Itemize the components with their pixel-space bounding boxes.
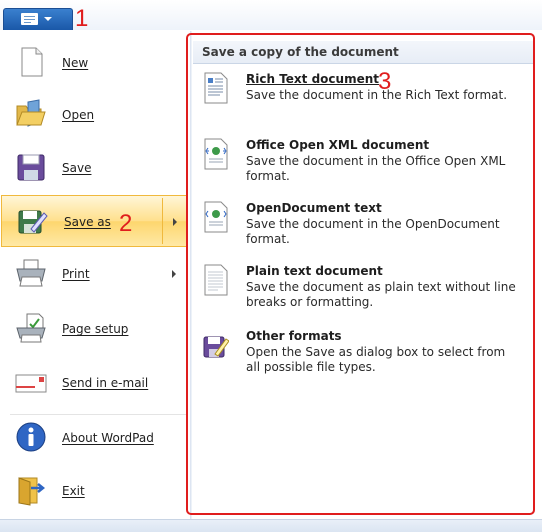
- document-icon: [21, 13, 38, 25]
- chevron-down-icon: [44, 17, 52, 21]
- menu-item-page-setup[interactable]: Page setup: [0, 303, 190, 355]
- menu-item-label: Save as: [64, 215, 111, 229]
- split-divider: [162, 198, 163, 244]
- folder-open-icon: [16, 99, 46, 127]
- menu-item-label: Save: [62, 161, 92, 175]
- callout-number-2: 2: [119, 210, 133, 237]
- application-menu-button[interactable]: [3, 8, 73, 30]
- exit-icon: [18, 477, 46, 506]
- menu-item-about[interactable]: About WordPad: [0, 412, 190, 464]
- save-as-icon: [18, 210, 48, 234]
- submenu-arrow-icon[interactable]: [172, 270, 176, 278]
- menu-item-label: New: [62, 56, 89, 70]
- menu-item-exit[interactable]: Exit: [0, 465, 190, 517]
- menu-item-label: About WordPad: [62, 431, 154, 445]
- menu-item-save[interactable]: Save: [0, 142, 190, 194]
- new-document-icon: [21, 47, 43, 77]
- menu-item-label: Page setup: [62, 322, 129, 336]
- callout-highlight-frame: [186, 33, 535, 515]
- menu-item-send-email[interactable]: Send in e-mail: [0, 357, 190, 409]
- printer-icon: [16, 259, 46, 287]
- info-icon: [16, 422, 46, 452]
- menu-item-label: Print: [62, 267, 90, 281]
- menu-item-label: Exit: [62, 484, 85, 498]
- submenu-arrow-icon[interactable]: [173, 218, 177, 226]
- menu-item-label: Send in e-mail: [62, 376, 149, 390]
- menu-bottom-strip: [0, 519, 542, 532]
- floppy-disk-icon: [17, 154, 45, 181]
- menu-item-print[interactable]: Print: [0, 248, 190, 300]
- callout-number-1: 1: [75, 5, 89, 32]
- menu-item-open[interactable]: Open: [0, 89, 190, 141]
- menu-item-label: Open: [62, 108, 95, 122]
- menu-item-new[interactable]: New: [0, 37, 190, 89]
- email-icon: [15, 374, 47, 393]
- page-setup-icon: [16, 313, 46, 343]
- menu-item-save-as[interactable]: Save as: [1, 195, 187, 247]
- application-menu: New Open Save Save as Print Page setup S…: [0, 31, 190, 519]
